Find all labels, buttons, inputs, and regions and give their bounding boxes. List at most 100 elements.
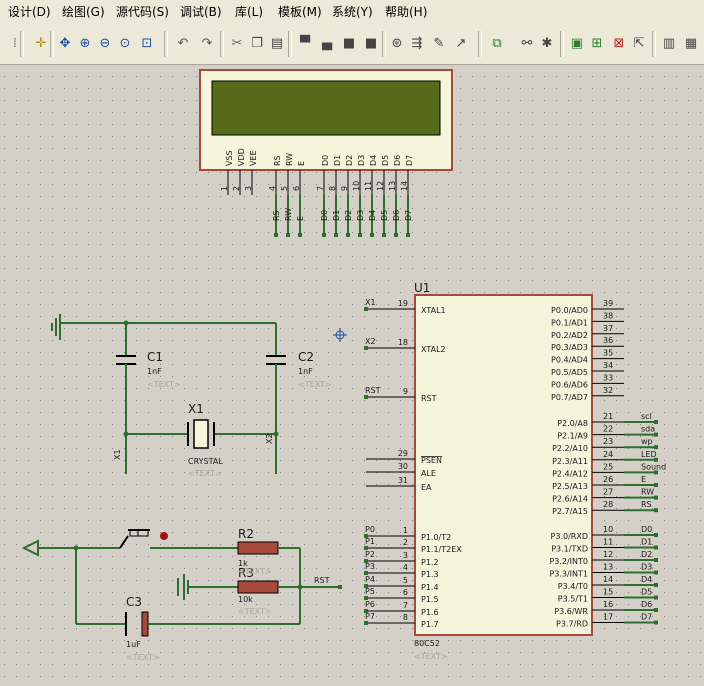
lcd-pin-number: 8 [328,186,337,191]
lcd-net-label: RS [272,210,281,221]
u1-pin-name: P2.3/A11 [552,457,588,466]
zoom-out-icon[interactable]: ⊖ [96,35,114,53]
exit-to-parent-icon[interactable]: ⇱ [630,35,648,53]
cut-icon[interactable]: ✂ [228,35,246,53]
lcd-pin-label: E [297,161,306,166]
net-terminal [364,621,368,625]
u1-pin-number: 9 [403,387,408,396]
u1-pin-number: 10 [603,525,613,534]
property-tool-icon[interactable]: ✱ [538,35,556,53]
menu-item-6[interactable]: 系统(Y) [332,3,373,20]
r3-body [237,580,279,594]
new-sheet-icon[interactable]: ▣ [568,35,586,53]
toolbar-separator [652,31,656,57]
menu-item-5[interactable]: 模板(M) [278,3,322,20]
r2-body [237,541,279,555]
u1-pin-name: P1.2 [421,558,439,567]
u1-pin-name: P1.5 [421,595,439,604]
block-rotate-icon[interactable]: ■ [340,35,358,53]
menu-item-7[interactable]: 帮助(H) [385,3,427,20]
u1-pin-number: 8 [403,613,408,622]
add-sheet-icon[interactable]: ⊞ [588,35,606,53]
lcd-net-label: D5 [380,210,389,221]
zoom-area-icon[interactable]: ⊡ [138,35,156,53]
x1-value: CRYSTAL [188,457,223,466]
c2-text: <TEXT> [298,380,332,389]
search-icon[interactable]: ⚯ [518,35,536,53]
net-terminal [346,233,350,237]
lcd-pin-label: D3 [357,155,366,166]
u1-net-label: RS [641,500,652,509]
copy-icon[interactable]: ❐ [248,35,266,53]
u1-pin-number: 25 [603,462,613,471]
zoom-all-icon[interactable]: ⊙ [116,35,134,53]
redo-icon[interactable]: ↷ [198,35,216,53]
bom-icon[interactable]: ▥ [660,35,678,53]
c1-text: <TEXT> [147,380,181,389]
block-delete-icon[interactable]: ■ [362,35,380,53]
netlist-icon[interactable]: ▦ [682,35,700,53]
menu-item-3[interactable]: 调试(B) [180,3,222,20]
lcd-pin-number: 9 [340,186,349,191]
net-terminal [286,233,290,237]
u1-pin-name: P1.7 [421,620,439,629]
zoom-in-icon[interactable]: ⊕ [76,35,94,53]
c2-ref: C2 [298,350,314,364]
u1-pin-name: P0.2/AD2 [551,331,588,340]
net-terminal [654,445,658,450]
make-device-icon[interactable]: ⇶ [408,35,426,53]
toolbar-separator [220,31,224,57]
lcd-pin-number: 3 [244,186,253,191]
u1-pin-name: P1.0/T2 [421,533,451,542]
r2-text: <TEXT> [238,567,272,576]
u1-pin-name: EA [421,483,432,492]
lcd-pin-label: D7 [405,155,414,166]
u1-pin-number: 1 [403,526,408,535]
u1-net-label: D6 [641,600,652,609]
toolbar-separator [20,31,24,57]
r3-text: <TEXT> [238,607,272,616]
origin-icon[interactable]: ✛ [32,35,50,53]
lcd-pin-label: D1 [333,155,342,166]
u1-pin-number: 5 [403,576,408,585]
u1-pin-name: P1.4 [421,583,439,592]
u1-pin-number: 38 [603,311,613,320]
menu-item-0[interactable]: 设计(D) [8,3,51,20]
net-terminal [274,233,278,237]
wire-autorouter-icon[interactable]: ⧉ [488,35,506,53]
net-terminal [406,233,410,237]
u1-pin-name: P2.0/A8 [557,419,588,428]
pick-device-icon[interactable]: ⊛ [388,35,406,53]
remove-sheet-icon[interactable]: ⊠ [610,35,628,53]
menu-item-1[interactable]: 绘图(G) [62,3,105,20]
u1-pin-number: 24 [603,450,613,459]
u1-pin-name: P2.6/A14 [552,495,588,504]
u1-pin-name: P0.5/AD5 [551,368,588,377]
u1-net-label: RW [641,488,654,497]
menu-item-4[interactable]: 库(L) [235,3,263,20]
toolbar-separator [50,31,54,57]
x1-net-label: X2 [265,433,274,444]
u1-pin-name: P0.6/AD6 [551,380,588,389]
x1-body [193,419,209,449]
lcd-pin-label: D0 [321,155,330,166]
u1-pin-name: P0.1/AD1 [551,318,588,327]
net-terminal [334,233,338,237]
lcd-pin-label: D5 [381,155,390,166]
decompose-icon[interactable]: ↗ [452,35,470,53]
block-move-icon[interactable]: ▄ [318,35,336,53]
schematic-canvas[interactable]: VSS 1 VDD 2 VEE 3 RS 4 RW 5 E 6 D0 7 D1 8 D2 9 D3 10 D4 11 D5 1… [0,65,704,686]
x1-net-label: X1 [113,449,122,460]
u1-pin-name: P0.7/AD7 [551,393,588,402]
u1-pin-name: XTAL1 [421,306,446,315]
paste-icon[interactable]: ▤ [268,35,286,53]
lcd-pin-number: 4 [268,186,277,191]
block-copy-icon[interactable]: ▀ [296,35,314,53]
u1-pin-name: P3.1/TXD [551,545,588,554]
toolbar-separator [288,31,292,57]
undo-icon[interactable]: ↶ [174,35,192,53]
menu-item-2[interactable]: 源代码(S) [116,3,169,20]
package-tool-icon[interactable]: ✎ [430,35,448,53]
pan-icon[interactable]: ✥ [56,35,74,53]
u1-net-label: E [641,475,646,484]
